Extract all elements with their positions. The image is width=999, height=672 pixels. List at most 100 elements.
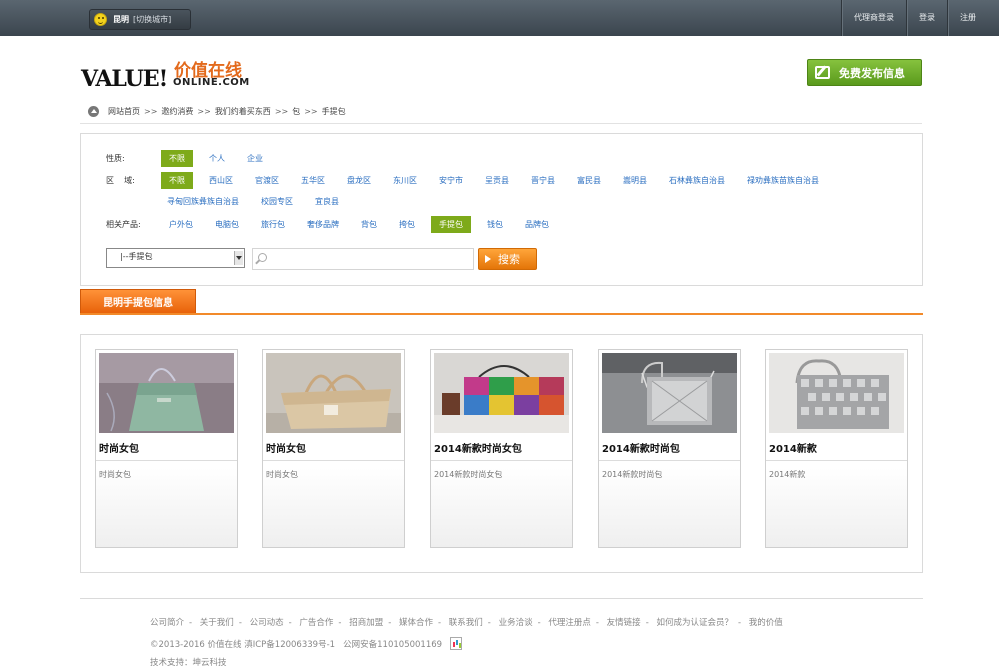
footer-separator: - (189, 618, 193, 628)
footer-divider (80, 598, 923, 599)
region-option[interactable]: 安宁市 (433, 173, 469, 188)
top-bar: 昆明 [切换城市] 代理商登录 登录 注册 (0, 0, 999, 36)
product-desc: 2014新款时尚女包 (434, 470, 503, 479)
region-option[interactable]: 官渡区 (249, 173, 285, 188)
copyright-text: ©2013-2016 价值在线 滇ICP备12006339号-1 公网安备110… (150, 639, 443, 650)
product-title[interactable]: 2014新款 (769, 440, 817, 455)
region-option[interactable]: 呈贡县 (479, 173, 515, 188)
region-option[interactable]: 嵩明县 (617, 173, 653, 188)
product-card[interactable]: 2014新款 2014新款 (765, 349, 908, 548)
product-card[interactable]: 2014新款时尚包 2014新款时尚包 (598, 349, 741, 548)
region-option[interactable]: 不限 (161, 172, 193, 189)
footer-link[interactable]: 友情链接 (607, 618, 641, 628)
region-filter-row: 区 域: 不限 西山区 官渡区 五华区 盘龙区 东川区 安宁市 呈贡县 晋宁县 … (106, 172, 835, 189)
product-image[interactable] (266, 353, 401, 433)
breadcrumb-item[interactable]: 邀约消费 (161, 106, 193, 117)
agent-login-link[interactable]: 代理商登录 (841, 0, 906, 36)
search-button-label: 搜索 (498, 253, 520, 266)
region-option[interactable]: 富民县 (571, 173, 607, 188)
section-tab[interactable]: 昆明手提包信息 (80, 289, 196, 314)
product-title[interactable]: 时尚女包 (99, 440, 139, 455)
product-title[interactable]: 2014新款时尚女包 (434, 440, 522, 455)
product-list: 时尚女包 时尚女包 时尚女包 时尚女包 2014新款时尚女包 2014新款时尚女… (80, 334, 923, 573)
nature-option[interactable]: 企业 (241, 151, 269, 166)
search-input[interactable] (252, 248, 474, 270)
product-option[interactable]: 手提包 (431, 216, 471, 233)
footer-link[interactable]: 媒体合作 (399, 618, 433, 628)
product-option[interactable]: 品牌包 (519, 217, 555, 232)
breadcrumb-item[interactable]: 我们约着买东西 (215, 106, 271, 117)
footer-links: 公司简介 - 关于我们 - 公司动态 - 广告合作 - 招商加盟 - 媒体合作 - 联系我们… (150, 616, 783, 628)
logo-text: VALUE! (81, 66, 168, 92)
product-option[interactable]: 户外包 (163, 217, 199, 232)
category-select[interactable]: |--手提包 (106, 248, 245, 268)
register-link[interactable]: 注册 (947, 0, 999, 36)
region-option[interactable]: 东川区 (387, 173, 423, 188)
product-option[interactable]: 奢侈品牌 (301, 217, 345, 232)
section-underline (80, 313, 923, 315)
breadcrumb-item[interactable]: 包 (292, 106, 300, 117)
product-option[interactable]: 旅行包 (255, 217, 291, 232)
product-option[interactable]: 挎包 (393, 217, 421, 232)
footer-link[interactable]: 如何成为认证会员？ (656, 618, 733, 628)
footer-link[interactable]: 招商加盟 (349, 618, 383, 628)
breadcrumb-home[interactable]: 网站首页 (108, 106, 140, 117)
divider (80, 123, 922, 124)
switch-city-link[interactable]: [切换城市] (133, 14, 171, 25)
product-option[interactable]: 电脑包 (209, 217, 245, 232)
product-title[interactable]: 时尚女包 (266, 440, 306, 455)
site-logo[interactable]: VALUE! 价值在线 ONLINE.COM (81, 56, 253, 92)
product-card[interactable]: 时尚女包 时尚女包 (95, 349, 238, 548)
login-link[interactable]: 登录 (906, 0, 947, 36)
product-option[interactable]: 背包 (355, 217, 383, 232)
home-icon (88, 105, 99, 117)
product-desc: 2014新款 (769, 470, 806, 479)
divider (96, 460, 237, 461)
product-image[interactable] (99, 353, 234, 433)
breadcrumb-separator: >> (144, 106, 158, 116)
region-option[interactable]: 寻甸回族彝族自治县 (161, 194, 245, 209)
product-image[interactable] (769, 353, 904, 433)
region-option[interactable]: 西山区 (203, 173, 239, 188)
product-card[interactable]: 时尚女包 时尚女包 (262, 349, 405, 548)
footer-separator: - (595, 618, 599, 628)
divider (599, 460, 740, 461)
region-option[interactable]: 禄劝彝族苗族自治县 (741, 173, 825, 188)
product-image[interactable] (602, 353, 737, 433)
city-selector[interactable]: 昆明 [切换城市] (89, 9, 191, 30)
footer-link[interactable]: 公司动态 (250, 618, 284, 628)
footer-link[interactable]: 业务洽谈 (499, 618, 533, 628)
footer-link[interactable]: 联系我们 (449, 618, 483, 628)
nature-filter-row: 性质: 不限 个人 企业 (106, 150, 279, 167)
product-card[interactable]: 2014新款时尚女包 2014新款时尚女包 (430, 349, 573, 548)
product-title[interactable]: 2014新款时尚包 (602, 440, 680, 455)
arrow-right-icon (485, 255, 491, 263)
footer-separator: - (737, 618, 742, 628)
product-image[interactable] (434, 353, 569, 433)
product-desc: 时尚女包 (99, 470, 131, 479)
breadcrumb: 网站首页 >> 邀约消费 >> 我们约着买东西 >> 包 >> 手提包 (88, 104, 346, 118)
nature-option[interactable]: 个人 (203, 151, 231, 166)
region-option[interactable]: 石林彝族自治县 (663, 173, 731, 188)
footer-link[interactable]: 公司简介 (150, 618, 184, 628)
region-option[interactable]: 校园专区 (255, 194, 299, 209)
publish-info-button[interactable]: 免费发布信息 (807, 59, 922, 86)
region-option[interactable]: 盘龙区 (341, 173, 377, 188)
product-filter-row: 相关产品: 户外包 电脑包 旅行包 奢侈品牌 背包 挎包 手提包 钱包 品牌包 (106, 216, 565, 233)
stats-icon[interactable] (450, 637, 463, 650)
search-button[interactable]: 搜索 (478, 248, 537, 270)
divider (263, 460, 404, 461)
nature-option[interactable]: 不限 (161, 150, 193, 167)
region-option[interactable]: 五华区 (295, 173, 331, 188)
footer-separator: - (438, 618, 442, 628)
footer-link[interactable]: 广告合作 (299, 618, 333, 628)
chevron-down-icon[interactable] (234, 251, 243, 265)
footer-separator: - (338, 618, 342, 628)
region-option[interactable]: 晋宁县 (525, 173, 561, 188)
breadcrumb-separator: >> (197, 106, 211, 116)
footer-link[interactable]: 代理注册点 (548, 618, 591, 628)
region-option[interactable]: 宜良县 (309, 194, 345, 209)
product-option[interactable]: 钱包 (481, 217, 509, 232)
footer-link[interactable]: 我的价值 (749, 618, 783, 628)
footer-link[interactable]: 关于我们 (200, 618, 234, 628)
